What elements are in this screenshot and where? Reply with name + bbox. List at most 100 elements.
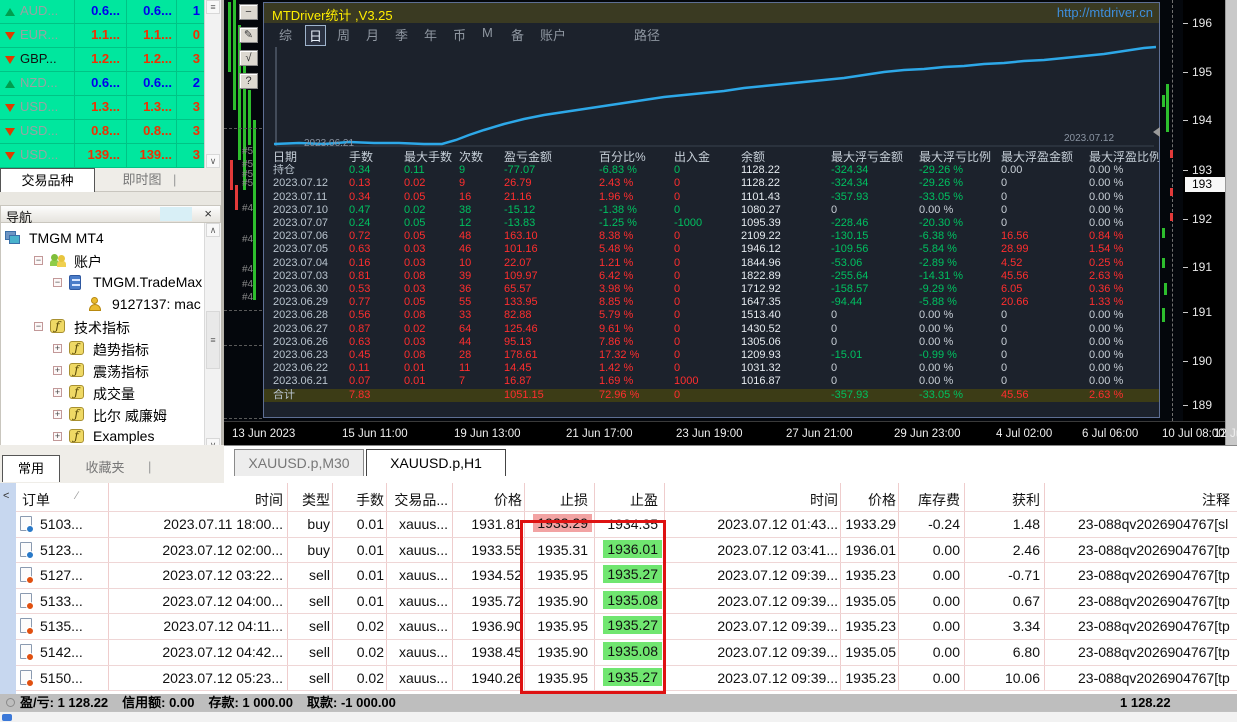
col-header-lots[interactable]: 手数 xyxy=(356,490,384,510)
chart-tab-XAUUSD-p-H1[interactable]: XAUUSD.p,H1 xyxy=(366,449,506,476)
col-header-close_time[interactable]: 时间 xyxy=(810,490,838,510)
help-button[interactable]: ? xyxy=(239,73,258,89)
stats-balance: 1844.96 xyxy=(741,257,831,270)
mtdriver-tool-综[interactable]: 综 xyxy=(276,25,295,44)
mtdriver-tool-周[interactable]: 周 xyxy=(334,25,353,44)
collapse-minus-icon[interactable]: − xyxy=(34,256,43,265)
tree-item--[interactable]: −账户 xyxy=(1,250,220,272)
scroll-up-icon[interactable]: ∧ xyxy=(206,223,220,237)
panel-collapse-icon[interactable] xyxy=(1153,127,1160,137)
col-header-close_price[interactable]: 价格 xyxy=(868,490,896,510)
col-header-price[interactable]: 价格 xyxy=(494,490,522,510)
col-header-symbol[interactable]: 交易品... xyxy=(394,490,448,510)
stats-max-float-loss: 0 xyxy=(831,309,919,322)
tab-common[interactable]: 常用 xyxy=(2,455,60,482)
col-header-order[interactable]: 订单 xyxy=(22,490,50,510)
market-watch-row[interactable]: AUD...0.6...0.6...1 xyxy=(0,0,204,24)
expand-plus-icon[interactable]: + xyxy=(53,344,62,353)
tree-item-9127137-mac[interactable]: 9127137: mac xyxy=(1,294,220,316)
tree-item--[interactable]: +ƒ成交量 xyxy=(1,382,220,404)
market-watch-row[interactable]: EUR...1.1...1.1...0 xyxy=(0,24,204,48)
col-header-type[interactable]: 类型 xyxy=(302,490,330,510)
stats-max-float-loss-pct: 0.00 % xyxy=(919,309,1001,322)
tree-item--[interactable]: −ƒ技术指标 xyxy=(1,316,220,338)
col-header-open_time[interactable]: 时间 xyxy=(255,490,283,510)
stats-value: 0.08 xyxy=(404,270,459,283)
mtdriver-tool-M[interactable]: M xyxy=(479,25,496,40)
mtdriver-tool-月[interactable]: 月 xyxy=(363,25,382,44)
col-header-swap[interactable]: 库存费 xyxy=(918,490,960,510)
mtdriver-tool-路径[interactable]: 路径 xyxy=(631,25,663,44)
tab-tick-chart[interactable]: 即时图 xyxy=(103,168,181,192)
mtdriver-url-link[interactable]: http://mtdriver.cn xyxy=(1057,5,1153,20)
order-profit: 6.80 xyxy=(1013,644,1040,660)
col-header-tp[interactable]: 止盈 xyxy=(630,490,658,510)
stats-max-float-loss-pct: -5.84 % xyxy=(919,243,1001,256)
market-watch-row[interactable]: USD...0.8...0.8...3 xyxy=(0,120,204,144)
mtdriver-tool-年[interactable]: 年 xyxy=(421,25,440,44)
expand-plus-icon[interactable]: + xyxy=(53,410,62,419)
stats-max-float-loss-pct: -14.31 % xyxy=(919,270,1001,283)
tree-item--[interactable]: +ƒ趋势指标 xyxy=(1,338,220,360)
market-watch-row[interactable]: GBP...1.2...1.2...3 xyxy=(0,48,204,72)
screenshot-button[interactable]: ✎ xyxy=(239,27,258,43)
stats-row: 2023.07.100.470.0238-15.12-1.38 %01080.2… xyxy=(264,204,1159,217)
expand-plus-icon[interactable]: + xyxy=(53,432,62,441)
confirm-button[interactable]: √ xyxy=(239,50,258,66)
mtdriver-titlebar[interactable]: MTDriver统计 ,V3.25 http://mtdriver.cn xyxy=(264,3,1159,23)
collapse-minus-icon[interactable]: − xyxy=(53,278,62,287)
collapse-minus-icon[interactable]: − xyxy=(34,322,43,331)
col-header-sl[interactable]: 止损 xyxy=(560,490,588,510)
tab-symbols[interactable]: 交易品种 xyxy=(0,168,95,192)
panel-splitter[interactable] xyxy=(0,192,224,205)
navigator-title-accent xyxy=(160,207,192,221)
tab-favorites[interactable]: 收藏夹 xyxy=(66,455,144,482)
price-label: 191 xyxy=(1192,305,1212,319)
mtdriver-tool-账户[interactable]: 账户 xyxy=(537,25,569,44)
market-watch-row[interactable]: USD...1.3...1.3...3 xyxy=(0,96,204,120)
stats-max-float-loss: 0 xyxy=(831,375,919,388)
time-axis-label: 23 Jun 19:00 xyxy=(676,428,743,440)
col-header-comment[interactable]: 注释 xyxy=(1202,490,1230,510)
expand-plus-icon[interactable]: + xyxy=(53,388,62,397)
navigator-tabs: 常用收藏夹| xyxy=(0,445,224,483)
market-watch-scrollbar[interactable]: ≡∨ xyxy=(204,0,221,168)
scroll-down-icon[interactable]: ∨ xyxy=(206,154,220,168)
order-comment: 23-088qv2026904767[tp xyxy=(1078,542,1230,558)
mtdriver-tool-币[interactable]: 币 xyxy=(450,25,469,44)
stats-value: 5.79 % xyxy=(599,309,674,322)
tree-item-tmgm-trademax[interactable]: −TMGM.TradeMax xyxy=(1,272,220,294)
navigator-scrollbar[interactable]: ∧ ≡ ∨ xyxy=(204,223,221,452)
scroll-thumb[interactable]: ≡ xyxy=(206,0,220,14)
tree-item--[interactable]: +ƒ比尔 威廉姆 xyxy=(1,404,220,426)
stats-date: 2023.06.23 xyxy=(264,349,349,362)
time-axis[interactable]: 13 Jun 202315 Jun 11:0019 Jun 13:0021 Ju… xyxy=(224,421,1225,445)
stats-max-float-profit: 45.56 xyxy=(1001,270,1089,283)
stats-header-cell: 最大手数 xyxy=(404,151,459,164)
minimize-panel-button[interactable]: − xyxy=(239,4,258,20)
symbol-name: AUD... xyxy=(20,3,58,18)
market-watch-row[interactable]: NZD...0.6...0.6...2 xyxy=(0,72,204,96)
tree-item--[interactable]: +ƒ震荡指标 xyxy=(1,360,220,382)
scroll-thumb[interactable]: ≡ xyxy=(206,311,220,369)
tree-item-label: Examples xyxy=(93,428,154,444)
navigator-close-icon[interactable]: × xyxy=(204,206,212,221)
stats-balance: 1946.12 xyxy=(741,243,831,256)
expand-plus-icon[interactable]: + xyxy=(53,366,62,375)
mtdriver-tool-季[interactable]: 季 xyxy=(392,25,411,44)
order-swap: 0.00 xyxy=(933,670,960,686)
chart-tab-XAUUSD-p-M30[interactable]: XAUUSD.p,M30 xyxy=(234,449,364,476)
chart-area[interactable]: −✎√? #5#5#5#5#4#4#4#4#4 MTDriver统计 ,V3.2… xyxy=(224,0,1237,445)
stats-max-float-profit: 0 xyxy=(1001,177,1089,190)
stats-row: 2023.06.260.630.034495.137.86 %01305.060… xyxy=(264,336,1159,349)
stats-max-float-loss-pct: -2.89 % xyxy=(919,257,1001,270)
order-sell-icon xyxy=(20,593,32,608)
market-watch-row[interactable]: USD...139...139...3 xyxy=(0,144,204,168)
order-open-price: 1935.72 xyxy=(471,593,522,609)
time-axis-label: 21 Jun 17:00 xyxy=(566,428,633,440)
price-scale[interactable]: 196195194193192191191190189193 xyxy=(1183,0,1225,421)
mtdriver-tool-备[interactable]: 备 xyxy=(508,25,527,44)
col-header-profit[interactable]: 获利 xyxy=(1012,490,1040,510)
stats-header-cell: 最大浮盈比例 xyxy=(1089,151,1159,164)
tree-item-tmgm-mt4[interactable]: TMGM MT4 xyxy=(1,228,220,250)
